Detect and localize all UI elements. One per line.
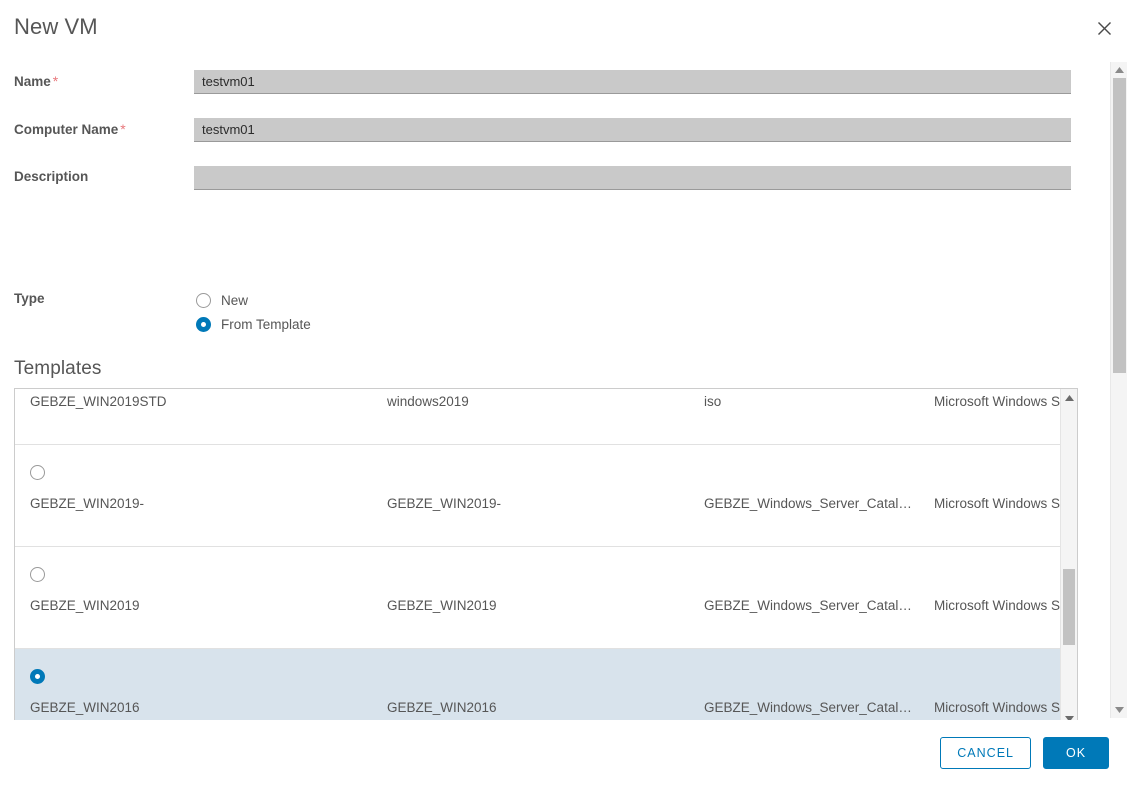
table-row[interactable]: GEBZE_WIN2016 GEBZE_WIN2016 GEBZE_Window… (15, 649, 1060, 720)
dialog-header: New VM (0, 0, 1127, 56)
page-scroll-down-arrow-icon[interactable] (1111, 702, 1127, 718)
row-radio-icon[interactable] (30, 465, 45, 480)
templates-section-title: Templates (14, 358, 102, 379)
radio-icon-new (196, 292, 211, 308)
type-option-new[interactable]: New (196, 288, 311, 312)
radio-icon-from-template (196, 316, 211, 332)
name-label-text: Name (14, 74, 51, 89)
cell-os: Microsoft Windows Ser (934, 700, 1060, 715)
type-option-new-label: New (221, 292, 249, 308)
templates-rows-viewport: GEBZE_WIN2019STD windows2019 iso Microso… (15, 389, 1060, 720)
computer-name-label-text: Computer Name (14, 122, 119, 137)
type-radio-group: New From Template (196, 288, 311, 336)
cell-template: windows2019 (387, 394, 469, 409)
dialog-title: New VM (14, 14, 98, 39)
table-row[interactable]: GEBZE_WIN2019- GEBZE_WIN2019- GEBZE_Wind… (15, 445, 1060, 547)
computer-name-label: Computer Name * (14, 121, 126, 137)
description-label: Description (14, 169, 89, 184)
dialog-body: Name* Computer Name* Description Type (0, 56, 1127, 720)
cell-os: Microsoft Windows Ser (934, 598, 1060, 613)
cell-name: GEBZE_WIN2019- (30, 496, 145, 511)
computer-name-input[interactable] (194, 118, 1071, 142)
templates-rows: GEBZE_WIN2019STD windows2019 iso Microso… (15, 389, 1060, 720)
cell-template: GEBZE_WIN2019- (387, 496, 502, 511)
new-vm-dialog: New VM Name* Computer Name* (0, 0, 1127, 785)
cell-catalog: GEBZE_Windows_Server_Catal… (704, 700, 912, 715)
cell-name: GEBZE_WIN2016 (30, 700, 140, 715)
cell-name: GEBZE_WIN2019 (30, 598, 140, 613)
field-row-description: Description (0, 166, 1092, 192)
close-icon[interactable] (1090, 14, 1118, 42)
grid-vertical-scroll-thumb[interactable] (1063, 569, 1075, 645)
cell-catalog: iso (704, 394, 722, 409)
name-required-marker: * (52, 73, 59, 89)
cancel-button[interactable]: CANCEL (940, 736, 1031, 769)
type-label: Type (14, 291, 45, 306)
dialog-footer: CANCEL OK (0, 720, 1127, 785)
name-label: Name * (14, 73, 58, 89)
table-row[interactable]: GEBZE_WIN2019 GEBZE_WIN2019 GEBZE_Window… (15, 547, 1060, 649)
computer-name-required-marker: * (120, 121, 126, 137)
cell-template: GEBZE_WIN2016 (387, 700, 497, 715)
name-input[interactable] (194, 70, 1071, 94)
row-radio-icon[interactable] (30, 669, 45, 684)
cell-template: GEBZE_WIN2019 (387, 598, 497, 613)
grid-vertical-scrollbar[interactable] (1060, 389, 1077, 720)
dialog-vertical-scrollbar[interactable] (1110, 62, 1127, 718)
description-input[interactable] (194, 166, 1071, 190)
templates-datagrid: GEBZE_WIN2019STD windows2019 iso Microso… (14, 388, 1078, 720)
row-radio-icon[interactable] (30, 567, 45, 582)
page-scroll-up-arrow-icon[interactable] (1111, 62, 1127, 78)
cell-os: Microsoft Windows Ser (934, 496, 1060, 511)
type-option-from-template[interactable]: From Template (196, 312, 311, 336)
scroll-up-arrow-icon[interactable] (1061, 389, 1077, 406)
cell-catalog: GEBZE_Windows_Server_Catal… (704, 496, 912, 511)
field-row-name: Name * (0, 70, 1092, 96)
cell-catalog: GEBZE_Windows_Server_Catal… (704, 598, 912, 613)
scroll-down-arrow-icon[interactable] (1061, 710, 1077, 720)
ok-button[interactable]: OK (1043, 736, 1109, 769)
cell-name: GEBZE_WIN2019STD (30, 394, 167, 409)
type-option-from-template-label: From Template (221, 316, 311, 332)
table-row[interactable]: GEBZE_WIN2019STD windows2019 iso Microso… (15, 389, 1060, 445)
dialog-vertical-scroll-thumb[interactable] (1113, 78, 1126, 373)
field-row-computer-name: Computer Name * (0, 118, 1092, 144)
cell-os: Microsoft Windows Ser (934, 394, 1060, 409)
